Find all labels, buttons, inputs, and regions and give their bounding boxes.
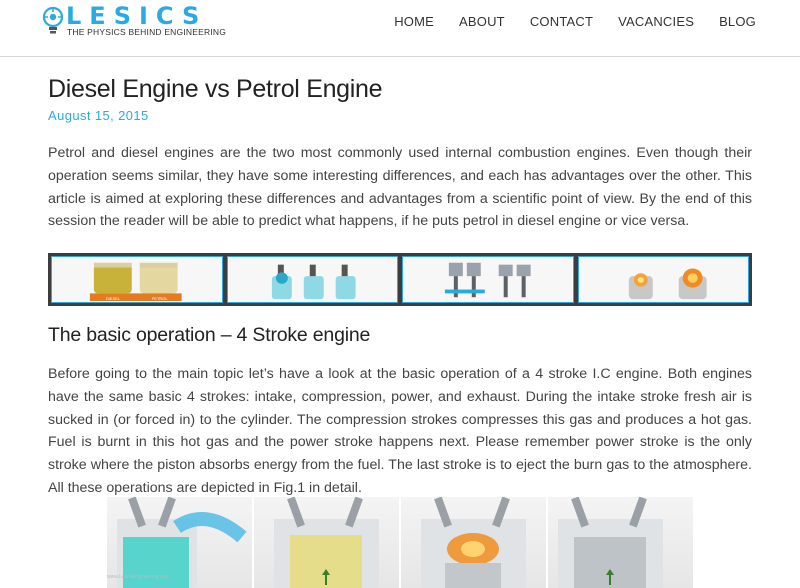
nav-contact[interactable]: CONTACT — [530, 14, 593, 29]
diesel-label: DIESEL — [106, 296, 121, 301]
logo-wordmark: LESICS — [66, 2, 208, 30]
petrol-label: PETROL — [152, 296, 169, 301]
engine-parts-image — [402, 256, 574, 303]
intake-stroke-image: www.LearnEngineering.org — [107, 497, 252, 588]
section-paragraph: Before going to the main topic let’s hav… — [48, 366, 752, 496]
figure-watermark: www.LearnEngineering.org — [107, 574, 168, 580]
exhaust-stroke-image — [548, 497, 693, 588]
nav-vacancies[interactable]: VACANCIES — [618, 14, 694, 29]
site-header: LESICS THE PHYSICS BEHIND ENGINEERING HO… — [0, 0, 800, 57]
intro-paragraph: Petrol and diesel engines are the two mo… — [48, 145, 752, 230]
post-title: Diesel Engine vs Petrol Engine — [48, 75, 383, 103]
nav-blog[interactable]: BLOG — [719, 14, 756, 29]
nav-about[interactable]: ABOUT — [459, 14, 505, 29]
engine-comparison-banner: DIESEL PETROL — [48, 253, 752, 306]
section-heading: The basic operation – 4 Stroke engine — [48, 324, 371, 346]
power-stroke-image — [401, 497, 546, 588]
fuel-injection-image — [226, 256, 398, 303]
logo-tagline: THE PHYSICS BEHIND ENGINEERING — [67, 27, 227, 37]
fuel-jars-image: DIESEL PETROL — [51, 256, 223, 303]
combustion-image — [577, 256, 749, 303]
compression-stroke-image — [254, 497, 399, 588]
four-stroke-figure: www.LearnEngineering.org — [107, 497, 693, 588]
lightbulb-logo-icon — [42, 6, 64, 34]
nav-home[interactable]: HOME — [394, 14, 434, 29]
site-logo[interactable]: LESICS THE PHYSICS BEHIND ENGINEERING — [42, 2, 226, 38]
post-date[interactable]: August 15, 2015 — [48, 108, 149, 123]
main-nav: HOME ABOUT CONTACT VACANCIES BLOG — [369, 14, 756, 29]
